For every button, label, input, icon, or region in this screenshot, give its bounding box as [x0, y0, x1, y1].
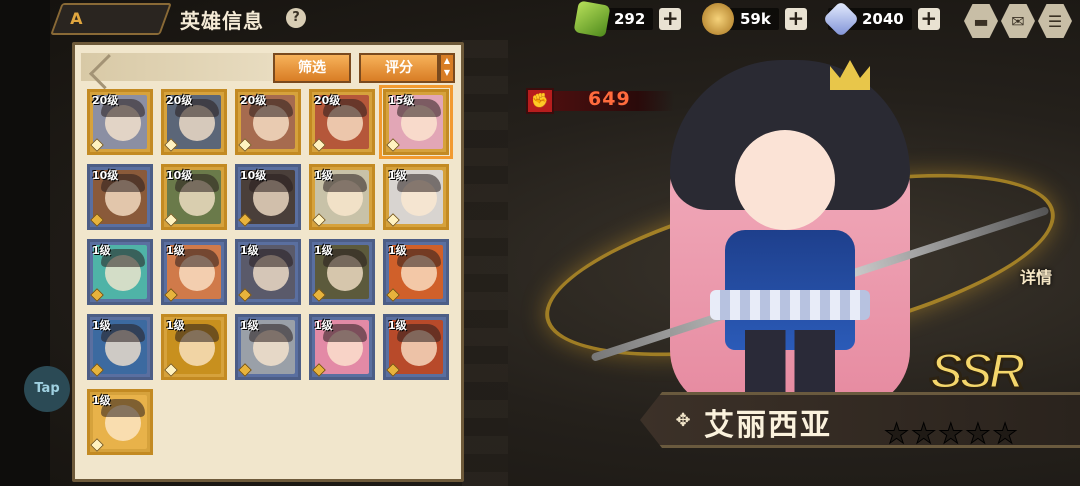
- hero-level: 10级: [240, 169, 267, 182]
- hero-card[interactable]: 1级: [161, 314, 227, 380]
- hero-level: 1级: [92, 244, 111, 257]
- crystal-icon: [822, 0, 860, 38]
- hero-level: 1级: [388, 244, 407, 257]
- star-icon: ★: [992, 417, 1018, 450]
- hero-card[interactable]: 1级: [235, 314, 301, 380]
- back-button[interactable]: A: [50, 3, 172, 35]
- hero-card[interactable]: 1级: [383, 314, 449, 380]
- hero-card[interactable]: 1级: [87, 314, 153, 380]
- hero-card[interactable]: 1级: [309, 164, 375, 230]
- hero-card[interactable]: 15级: [379, 85, 453, 159]
- hero-card[interactable]: 10级: [235, 164, 301, 230]
- hero-level: 1级: [166, 244, 185, 257]
- power-value: 649: [588, 88, 631, 110]
- diamond-icon: ✥: [675, 410, 691, 431]
- chat-icon[interactable]: ▬: [964, 4, 998, 38]
- hero-level: 1级: [166, 319, 185, 332]
- hero-level: 1级: [388, 319, 407, 332]
- star-icon: ★: [965, 417, 991, 450]
- mail-icon[interactable]: ✉: [1001, 4, 1035, 38]
- star-rating: ★ ★ ★ ★ ★: [883, 417, 1018, 450]
- hero-list-panel: 筛选 评分 ▲ ▼ 20级 20级 20级 20级 15级 10级 10级 10级 1级 1级 1级 1…: [72, 42, 464, 482]
- tap-floating-button[interactable]: Tap: [24, 366, 70, 412]
- top-bar: A 英雄信息 ? 292 + 59k + 2040 + ▬ ✉ ☰: [50, 0, 1080, 38]
- back-label: A: [70, 9, 83, 28]
- crown-icon: [830, 60, 870, 90]
- hero-level: 1级: [388, 169, 407, 182]
- hero-card[interactable]: 1级: [383, 164, 449, 230]
- fist-icon: ✊: [526, 88, 554, 114]
- detail-button[interactable]: 详情: [1020, 264, 1052, 288]
- star-icon: ★: [938, 417, 964, 450]
- menu-icon[interactable]: ☰: [1038, 4, 1072, 38]
- hero-card[interactable]: 1级: [383, 239, 449, 305]
- hero-level: 15级: [388, 94, 415, 107]
- hero-level: 20级: [166, 94, 193, 107]
- green-gem-icon: [573, 0, 611, 38]
- add-gold-coin-button[interactable]: +: [784, 8, 807, 30]
- screen-edge: [0, 0, 50, 486]
- hero-level: 10级: [92, 169, 119, 182]
- hero-level: 1级: [314, 319, 333, 332]
- hero-level: 1级: [92, 394, 111, 407]
- hero-card[interactable]: 20级: [235, 89, 301, 155]
- hero-level: 1级: [314, 244, 333, 257]
- hero-level: 20级: [314, 94, 341, 107]
- hero-card[interactable]: 1级: [235, 239, 301, 305]
- currency-gold-coin: 59k +: [702, 3, 807, 35]
- hero-level: 20级: [240, 94, 267, 107]
- hero-card[interactable]: 10级: [87, 164, 153, 230]
- hero-level: 1级: [240, 244, 259, 257]
- rarity-badge: SSR: [929, 343, 1027, 399]
- hero-card[interactable]: 1级: [309, 314, 375, 380]
- question-icon[interactable]: ?: [281, 3, 311, 33]
- add-crystal-button[interactable]: +: [917, 8, 940, 30]
- star-icon: ★: [911, 417, 937, 450]
- hero-name: 艾丽西亚: [704, 408, 832, 443]
- hero-level: 1级: [240, 319, 259, 332]
- rating-sort-button[interactable]: 评分: [359, 53, 439, 83]
- hero-level: 1级: [92, 319, 111, 332]
- page-title: 英雄信息: [180, 9, 264, 33]
- hero-grid: 20级 20级 20级 20级 15级 10级 10级 10级 1级 1级 1级 1级 1级 1级 1级 1级…: [87, 85, 457, 455]
- hero-card[interactable]: 20级: [309, 89, 375, 155]
- hero-card[interactable]: 1级: [161, 239, 227, 305]
- hero-card[interactable]: 1级: [309, 239, 375, 305]
- currency-crystal: 2040 +: [822, 0, 940, 38]
- hero-card[interactable]: 10级: [161, 164, 227, 230]
- combat-power: ✊ 649: [526, 88, 674, 114]
- hero-card[interactable]: 1级: [87, 389, 153, 455]
- hero-level: 1级: [314, 169, 333, 182]
- hero-face: [735, 130, 835, 230]
- hero-level: 10级: [166, 169, 193, 182]
- hero-skirt: [710, 290, 870, 320]
- add-green-gem-button[interactable]: +: [659, 8, 682, 30]
- decorative-pillar: [462, 40, 508, 486]
- filter-button[interactable]: 筛选: [273, 53, 351, 83]
- sort-order-toggle[interactable]: ▲ ▼: [439, 53, 455, 83]
- hero-card[interactable]: 20级: [87, 89, 153, 155]
- currency-green-gem: 292 +: [573, 0, 682, 38]
- hero-card[interactable]: 1级: [87, 239, 153, 305]
- hero-level: 20级: [92, 94, 119, 107]
- hero-card[interactable]: 20级: [161, 89, 227, 155]
- star-icon: ★: [883, 417, 910, 450]
- gold-coin-icon: [702, 3, 734, 35]
